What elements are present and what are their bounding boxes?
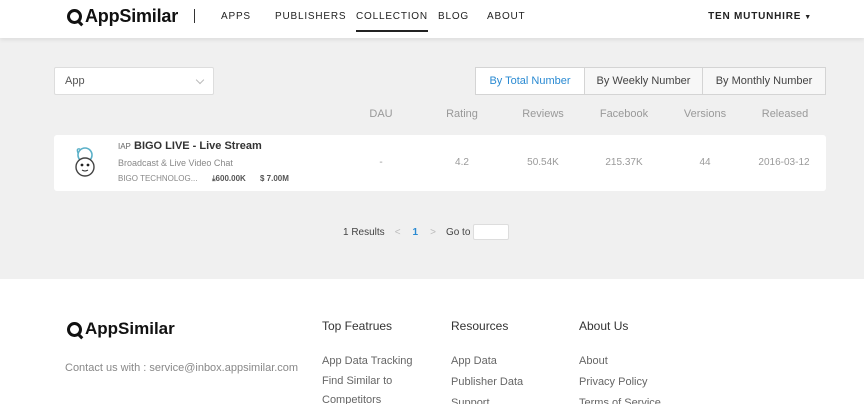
goto-page-input[interactable] [473,224,510,240]
cell-facebook: 215.37K [605,157,643,168]
footer-link[interactable]: App Data Tracking [322,351,432,372]
nav-blog[interactable]: BLOG [438,11,469,22]
column-reviews[interactable]: Reviews [518,108,568,120]
downloads-stat: ⤓600.00K [212,174,246,184]
logo-icon [67,9,82,24]
metric-segmented-control: By Total Number By Weekly Number By Mont… [475,67,826,95]
site-logo[interactable]: AppSimilar [67,6,178,27]
logo-icon [67,321,82,337]
contact-email[interactable]: Contact us with : service@inbox.appsimil… [65,362,298,374]
iap-badge: IAP [118,142,131,151]
user-name: TEN MUTUNHIRE [708,11,802,22]
app-type-select[interactable]: App [54,67,214,95]
footer-logo[interactable]: AppSimilar [67,319,175,339]
cell-released: 2016-03-12 [758,157,810,168]
cell-reviews: 50.54K [527,157,559,168]
prev-page-button[interactable]: < [395,227,401,238]
dollar-icon: $ [260,174,267,183]
cell-rating: 4.2 [455,157,469,168]
segment-total[interactable]: By Total Number [475,67,585,95]
nav-divider [194,9,195,23]
segment-weekly[interactable]: By Weekly Number [585,67,703,95]
app-name-link[interactable]: BIGO LIVE - Live Stream [134,140,262,152]
table-row[interactable]: IAP BIGO LIVE - Live Stream Broadcast & … [54,135,826,191]
nav-apps[interactable]: APPS [221,11,251,22]
footer-heading: About Us [579,319,629,333]
cell-versions: 44 [699,157,711,168]
user-menu[interactable]: TEN MUTUNHIRE ▼ [708,11,812,22]
page-1-button[interactable]: 1 [413,227,419,238]
footer-link[interactable]: About [579,351,689,372]
next-page-button[interactable]: > [430,227,436,238]
footer-link[interactable]: Publisher Data [451,372,561,393]
footer-link[interactable]: Privacy Policy [579,372,689,393]
footer-link[interactable]: Find Similar to Competitors [322,372,432,404]
results-count: 1 Results [343,226,385,238]
nav-about[interactable]: ABOUT [487,11,525,22]
caret-down-icon: ▼ [804,14,812,21]
footer-logo-text: AppSimilar [85,319,175,338]
footer-link[interactable]: App Data [451,351,561,372]
select-value: App [65,75,85,87]
revenue-value: 7.00M [266,174,289,183]
footer-heading: Top Featrues [322,319,393,333]
segment-monthly[interactable]: By Monthly Number [703,67,826,95]
top-nav-bar: AppSimilar APPS PUBLISHERS COLLECTION BL… [0,0,864,38]
column-facebook[interactable]: Facebook [597,108,651,120]
footer-link[interactable]: Support [451,393,561,404]
site-footer: AppSimilar Contact us with : service@inb… [0,279,864,404]
app-subtitle: Broadcast & Live Video Chat [118,158,233,168]
app-icon[interactable] [72,145,98,179]
footer-column-resources: Resources App Data Publisher Data Suppor… [451,319,561,404]
footer-link[interactable]: Terms of Service [579,393,689,404]
cell-dau: - [379,157,383,168]
goto-label: Go to [445,226,471,238]
column-versions[interactable]: Versions [681,108,729,120]
footer-column-about: About Us About Privacy Policy Terms of S… [579,319,689,404]
nav-publishers[interactable]: PUBLISHERS [275,11,346,22]
logo-text: AppSimilar [85,6,179,26]
column-dau[interactable]: DAU [360,108,402,120]
column-released[interactable]: Released [758,108,812,120]
footer-heading: Resources [451,319,509,333]
downloads-value: 600.00K [215,174,246,183]
chevron-down-icon [195,75,205,85]
pagination: 1 Results < 1 > Go to [343,224,510,240]
nav-collection[interactable]: COLLECTION [356,11,428,32]
revenue-stat: $ 7.00M [260,174,289,183]
footer-column-features: Top Featrues App Data Tracking Find Simi… [322,319,432,404]
app-developer-link[interactable]: BIGO TECHNOLOG... [118,174,197,183]
column-rating[interactable]: Rating [440,108,484,120]
